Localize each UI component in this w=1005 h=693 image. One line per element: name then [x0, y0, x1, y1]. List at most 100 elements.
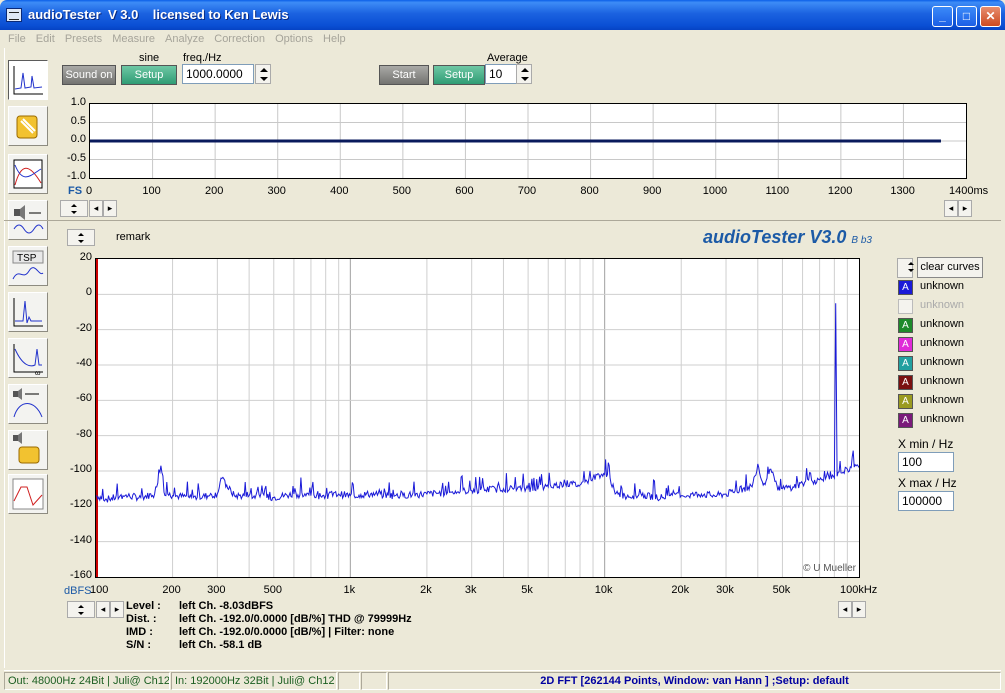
scope-scroll-left[interactable]: ◂ — [89, 200, 103, 217]
spectrum-x-tick: 500 — [263, 584, 282, 596]
menu-measure[interactable]: Measure — [112, 30, 155, 48]
menu-edit[interactable]: Edit — [36, 30, 55, 48]
impedance-tool[interactable]: ω — [8, 338, 48, 378]
spectrum-y-unit: dBFS — [64, 585, 92, 597]
curve-color-swatch[interactable]: A — [898, 375, 913, 390]
title-bar: audioTester V 3.0 licensed to Ken Lewis … — [0, 0, 1005, 30]
spectrum-x-tick: 1k — [343, 584, 356, 596]
curve-label: unknown — [920, 413, 965, 425]
scope-x-tick: 700 — [517, 185, 537, 197]
impulse-icon — [13, 298, 43, 327]
curve-color-swatch[interactable] — [898, 299, 913, 314]
brand-text: audioTester V3.0 — [703, 227, 847, 247]
step-response-tool[interactable] — [8, 474, 48, 514]
curve-label: unknown — [920, 394, 965, 406]
scope-x-tick: 300 — [267, 185, 286, 197]
menu-presets[interactable]: Presets — [65, 30, 102, 48]
menu-analyze[interactable]: Analyze — [165, 30, 204, 48]
scope-chart — [89, 103, 967, 179]
folders-icon — [16, 115, 38, 139]
presets-tool[interactable] — [8, 106, 48, 146]
frequency-label: freq./Hz — [183, 52, 222, 64]
step-response-icon — [12, 478, 44, 510]
status-empty-2 — [361, 672, 387, 690]
spectrum-tool[interactable] — [8, 60, 48, 100]
xmin-input[interactable]: 100 — [898, 452, 954, 472]
speaker-filter-icon — [13, 388, 43, 418]
status-empty-1 — [338, 672, 360, 690]
curve-color-swatch[interactable]: A — [898, 356, 913, 371]
load-tool[interactable] — [8, 430, 48, 470]
generator-setup-button[interactable]: Setup — [121, 65, 177, 85]
curves-spinner[interactable] — [897, 258, 914, 278]
status-input: In: 192000Hz 32Bit | Juli@ Ch12 — [171, 672, 337, 690]
analyzer-setup-button[interactable]: Setup — [433, 65, 485, 85]
minimize-button[interactable]: _ — [932, 6, 953, 27]
level-value: left Ch. -8.03dBFS — [179, 600, 274, 612]
menu-file[interactable]: File — [8, 30, 26, 48]
average-spinner[interactable] — [516, 64, 532, 84]
close-button[interactable]: ✕ — [980, 6, 1001, 27]
impulse-tool[interactable] — [8, 292, 48, 332]
curve-color-swatch[interactable]: A — [898, 280, 913, 295]
spectrum-x-tick: 300 — [207, 584, 226, 596]
menu-options[interactable]: Options — [275, 30, 313, 48]
spectrum-x-tick: 2k — [420, 584, 432, 596]
menu-help[interactable]: Help — [323, 30, 346, 48]
dist-label: Dist. : — [126, 613, 157, 625]
brand-logo: audioTester V3.0 B b3 — [703, 227, 872, 248]
spectrum-y-tick: -120 — [69, 498, 92, 511]
frequency-input[interactable]: 1000.0000 — [182, 64, 254, 84]
spectrum-x-tick: 3k — [464, 584, 477, 596]
menu-correction[interactable]: Correction — [214, 30, 265, 48]
impedance-icon: ω — [13, 344, 43, 377]
scope-x-tick: 1300 — [890, 185, 915, 197]
scope-x-unit: 1400ms — [949, 185, 989, 197]
scope-y-tick: 0.0 — [70, 133, 86, 145]
spectrum-x-tick: 100 — [90, 584, 109, 596]
curve-color-swatch[interactable]: A — [898, 337, 913, 352]
level-label: Level : — [126, 600, 161, 612]
remark-spinner[interactable] — [67, 229, 95, 246]
curve-label: unknown — [920, 375, 965, 387]
spectrum-x-tick: 10k — [594, 584, 613, 596]
curve-color-swatch[interactable]: A — [898, 394, 913, 409]
scope-scroll-left-end[interactable]: ◂ — [944, 200, 958, 217]
spectrum-scroll-right[interactable]: ▸ — [110, 601, 124, 618]
sound-on-button[interactable]: Sound on — [62, 65, 116, 85]
frequency-response-tool[interactable] — [8, 154, 48, 194]
maximize-button[interactable]: □ — [956, 6, 977, 27]
spectrum-scroll-right-end[interactable]: ▸ — [852, 601, 866, 618]
tsp-tool[interactable]: TSP — [8, 246, 48, 286]
xmax-label: X max / Hz — [898, 476, 957, 490]
clear-curves-button[interactable]: clear curves — [917, 257, 983, 278]
curve-color-swatch[interactable]: A — [898, 413, 913, 428]
brand-version: B b3 — [851, 235, 872, 246]
start-button[interactable]: Start — [379, 65, 429, 85]
status-fft: 2D FFT [262144 Points, Window: van Hann … — [388, 672, 1001, 690]
scope-scroll-right[interactable]: ▸ — [103, 200, 117, 217]
scope-y-tick: -0.5 — [67, 151, 86, 164]
scope-zoom-spinner[interactable] — [60, 200, 88, 217]
filter-tool[interactable] — [8, 384, 48, 424]
scope-x-tick: 1200 — [827, 185, 853, 197]
scope-plot — [90, 104, 966, 178]
spectrum-chart: © U Mueller — [95, 258, 860, 578]
spectrum-y-tick: -80 — [76, 427, 92, 440]
curve-color-swatch[interactable]: A — [898, 318, 913, 333]
spectrum-scroll-left-end[interactable]: ◂ — [838, 601, 852, 618]
average-input[interactable]: 10 — [485, 64, 517, 84]
dist-value: left Ch. -192.0/0.0000 [dB/%] THD @ 7999… — [179, 613, 412, 625]
scope-scroll-right-end[interactable]: ▸ — [958, 200, 972, 217]
scope-x-tick: 600 — [455, 185, 474, 197]
spectrum-scroll-left[interactable]: ◂ — [96, 601, 110, 618]
copyright-label: © U Mueller — [803, 563, 856, 574]
scope-y-tick: 1.0 — [70, 96, 86, 108]
scope-x-tick: 200 — [204, 185, 224, 197]
xmax-input[interactable]: 100000 — [898, 491, 954, 511]
average-label: Average — [487, 52, 528, 64]
spectrum-zoom-spinner[interactable] — [67, 601, 95, 618]
frequency-spinner[interactable] — [255, 64, 271, 84]
tsp-icon: TSP — [12, 250, 44, 280]
scope-x-tick: 0 — [85, 185, 93, 197]
